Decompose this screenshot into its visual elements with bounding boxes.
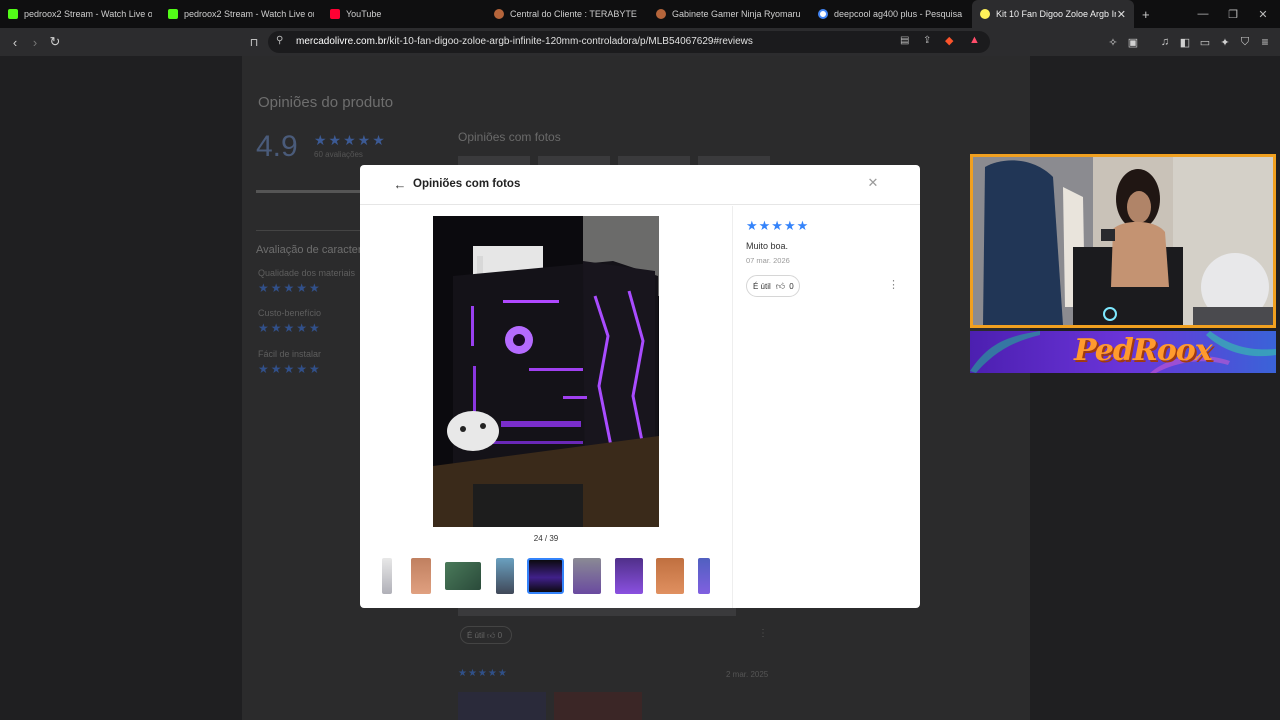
reader-mode-icon[interactable]: ▤ xyxy=(900,35,909,46)
thumbnail[interactable] xyxy=(445,562,481,590)
util-count: 0 xyxy=(789,281,794,291)
reviews-title: Opiniões do produto xyxy=(258,94,394,111)
util-button[interactable]: É útil 👍︎ 0 xyxy=(460,626,512,644)
terabyte-icon xyxy=(494,9,504,19)
feature-label: Fácil de instalar xyxy=(258,349,322,359)
review-date: 07 mar. 2026 xyxy=(746,256,790,265)
kick-icon xyxy=(8,9,18,19)
tab-google-search[interactable]: deepcool ag400 plus - Pesquisa Goo xyxy=(810,0,972,28)
feature-label: Qualidade dos materiais xyxy=(258,268,356,278)
thumbnail[interactable] xyxy=(496,558,514,594)
mercadolivre-icon xyxy=(980,9,990,19)
google-icon xyxy=(818,9,828,19)
bookmark-icon[interactable]: ⊓ xyxy=(245,33,263,51)
webcam-overlay xyxy=(970,154,1276,328)
review-text: Muito boa. xyxy=(746,241,789,251)
tab-mercadolivre[interactable]: Kit 10 Fan Digoo Zoloe Argb Infi ✕ xyxy=(972,0,1134,28)
thumbnail[interactable] xyxy=(615,558,643,594)
feature-stars: ★★★★★ xyxy=(258,281,322,295)
photo-counter: 24 / 39 xyxy=(533,534,559,543)
address-bar[interactable]: ⚲ mercadolivre.com.br/kit-10-fan-digoo-z… xyxy=(268,31,990,53)
pc-case-photo xyxy=(433,216,659,527)
panel-divider xyxy=(732,206,733,608)
tab-terabyte[interactable]: Central do Cliente : TERABYTE xyxy=(486,0,648,28)
review-stars: ★★★★★ xyxy=(746,218,810,233)
restore-icon[interactable]: ❐ xyxy=(1218,0,1248,28)
thumbs-up-icon: 👍︎ xyxy=(487,631,496,640)
thumbnail[interactable] xyxy=(698,558,710,594)
review-photo[interactable] xyxy=(458,692,546,720)
thumbnail-strip xyxy=(378,556,712,596)
feature-label: Custo-benefício xyxy=(258,308,322,318)
rating-bar xyxy=(256,190,360,193)
more-options-icon[interactable]: ⋮ xyxy=(888,278,899,291)
thumbnail[interactable] xyxy=(573,558,601,594)
review-photo[interactable] xyxy=(554,692,642,720)
thumbs-up-icon: 👍︎ xyxy=(775,280,786,291)
url-text: mercadolivre.com.br/kit-10-fan-digoo-zol… xyxy=(296,36,753,47)
wallet-icon[interactable]: ▭ xyxy=(1196,33,1214,51)
new-tab-button[interactable]: + xyxy=(1134,0,1158,28)
media-icon[interactable]: ♫ xyxy=(1156,33,1174,51)
tab-kick-stream-1[interactable]: pedroox2 Stream - Watch Live o xyxy=(0,0,160,28)
webcam-feed xyxy=(973,157,1273,325)
channel-name: PedRoox xyxy=(1074,333,1213,368)
util-label: É útil xyxy=(753,281,771,291)
brave-rewards-icon[interactable]: ▲ xyxy=(969,34,980,46)
brave-shields-icon[interactable]: ◆ xyxy=(945,34,953,47)
tab-kick-stream-2[interactable]: pedroox2 Stream - Watch Live on Ki xyxy=(160,0,322,28)
review-photo-main xyxy=(433,216,659,527)
feature-stars: ★★★★★ xyxy=(258,362,322,376)
close-window-icon[interactable]: ✕ xyxy=(1248,0,1278,28)
youtube-icon xyxy=(330,9,340,19)
rating-stars: ★★★★★ xyxy=(314,132,387,148)
rating-count: 60 avaliações xyxy=(314,150,363,159)
util-button[interactable]: É útil 👍︎ 0 xyxy=(746,275,800,297)
thumbnail[interactable] xyxy=(656,558,684,594)
thumbnail-selected[interactable] xyxy=(527,558,564,594)
thumbnail[interactable] xyxy=(411,558,431,594)
reload-icon[interactable]: ↻ xyxy=(46,33,64,51)
tab-youtube[interactable]: YouTube xyxy=(322,0,486,28)
review-date: 2 mar. 2025 xyxy=(726,670,769,679)
photos-heading: Opiniões com fotos xyxy=(458,130,561,144)
leo-ai-icon[interactable]: ✦ xyxy=(1216,33,1234,51)
back-icon[interactable]: ‹ xyxy=(6,33,24,51)
site-info-icon[interactable]: ⚲ xyxy=(276,35,283,46)
vpn-icon[interactable]: ⛉ xyxy=(1236,33,1254,51)
thumbnail[interactable] xyxy=(382,558,392,594)
photo-reviews-modal: ← Opiniões com fotos ✕ 24 / 39 ★★★★★ Mui… xyxy=(360,165,920,608)
browser-toolbar: ‹ › ↻ ⊓ ⚲ mercadolivre.com.br/kit-10-fan… xyxy=(0,28,1280,56)
feature-stars: ★★★★★ xyxy=(258,321,322,335)
modal-header: ← Opiniões com fotos ✕ xyxy=(360,165,920,205)
minimize-icon[interactable]: — xyxy=(1188,0,1218,28)
close-icon[interactable]: ✕ xyxy=(866,175,880,190)
streamer-banner: PedRoox xyxy=(970,331,1276,373)
modal-title: Opiniões com fotos xyxy=(413,178,521,190)
extensions-icon[interactable]: ✧ xyxy=(1104,33,1122,51)
review-stars: ★★★★★ xyxy=(458,668,508,679)
review-image-strip xyxy=(458,608,736,616)
share-icon[interactable]: ⇪ xyxy=(923,35,931,46)
terabyte-icon xyxy=(656,9,666,19)
back-arrow-icon[interactable]: ← xyxy=(392,176,408,192)
screenshot-icon[interactable]: ▣ xyxy=(1124,33,1142,51)
sidebar-icon[interactable]: ◧ xyxy=(1176,33,1194,51)
kick-icon xyxy=(168,9,178,19)
features-title: Avaliação de caracter xyxy=(256,244,362,256)
forward-icon[interactable]: › xyxy=(26,33,44,51)
rating-bar xyxy=(256,230,360,231)
rating-score: 4.9 xyxy=(256,130,298,163)
tab-gabinete[interactable]: Gabinete Gamer Ninja Ryomaru mAT xyxy=(648,0,810,28)
tab-strip: pedroox2 Stream - Watch Live o pedroox2 … xyxy=(0,0,1280,28)
close-tab-icon[interactable]: ✕ xyxy=(1117,8,1126,21)
menu-icon[interactable]: ≡ xyxy=(1256,33,1274,51)
more-options-icon[interactable]: ⋮ xyxy=(758,628,768,639)
